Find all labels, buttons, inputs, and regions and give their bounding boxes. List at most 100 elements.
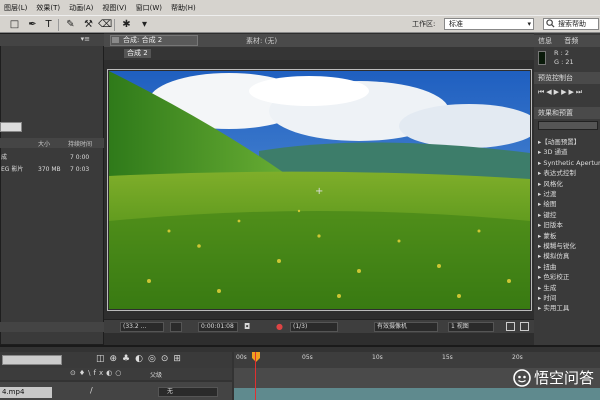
effect-category[interactable]: ▸ 色彩校正 <box>538 272 600 282</box>
brush-tool-icon[interactable]: ✎ <box>64 18 77 31</box>
tab-effects-presets[interactable]: 效果和预置 <box>534 107 600 119</box>
views-select[interactable]: 1 视图 <box>448 322 494 332</box>
ruler-tick: 10s <box>372 354 383 361</box>
effect-category[interactable]: ▸ 3D 通道 <box>538 147 600 157</box>
effect-category[interactable]: ▸ Synthetic Aperture <box>538 158 600 168</box>
chevron-down-icon: ▾ <box>527 20 531 28</box>
timeline-switch-icons[interactable]: ◫⊕♣◐◎⊙⊞ <box>96 354 186 364</box>
eraser-tool-icon[interactable]: ⌫ <box>98 18 112 31</box>
watermark: 悟空问答 <box>513 367 594 388</box>
ruler-tick: 20s <box>512 354 523 361</box>
effect-category[interactable]: ▸ 旧版本 <box>538 220 600 230</box>
effect-category[interactable]: ▸ 绘图 <box>538 199 600 209</box>
effect-category[interactable]: ▸ 过渡 <box>538 189 600 199</box>
project-footer <box>0 322 104 332</box>
menu-layer[interactable]: 图层(L) <box>4 3 27 13</box>
layer-duration-bar[interactable] <box>234 388 600 400</box>
menu-animation[interactable]: 动画(A) <box>69 3 93 13</box>
project-panel <box>0 33 104 345</box>
ruler-tick: 00s <box>236 354 247 361</box>
composition-breadcrumb-bar: 合成 2 <box>104 47 534 60</box>
channel-icon[interactable]: ● <box>276 322 283 331</box>
zoom-select[interactable]: (33.2 ... <box>120 322 164 332</box>
effect-category[interactable]: ▸【动画预置】 <box>538 137 600 147</box>
layer-header-row: ⊙♦\fx◐○ 父级 <box>0 368 232 380</box>
tab-footage[interactable]: 素材: (无) <box>246 36 277 46</box>
effect-category[interactable]: ▸ 蒙板 <box>538 231 600 241</box>
project-row[interactable]: EG 影片 370 MB 7 0:03 <box>0 164 104 175</box>
info-g-value: G : 21 <box>554 58 574 66</box>
project-panel-header: ▾≡ <box>0 34 104 46</box>
effects-search-input[interactable] <box>538 121 598 130</box>
workspace-select[interactable]: 标准 ▾ <box>444 18 534 30</box>
snapshot-icon[interactable]: ◘ <box>244 322 250 331</box>
effect-category[interactable]: ▸ 模糊与锐化 <box>538 241 600 251</box>
color-swatch <box>538 51 546 65</box>
search-icon <box>546 19 555 28</box>
ruler-tick: 05s <box>302 354 313 361</box>
project-search-input[interactable] <box>0 122 22 132</box>
effect-category[interactable]: ▸ 生成 <box>538 283 600 293</box>
workspace-value: 标准 <box>449 20 463 28</box>
resolution-select[interactable]: (1/3) <box>290 322 338 332</box>
preview-controls[interactable]: ⏮◀▶▶▶⏭ <box>538 88 584 97</box>
camera-select[interactable]: 有效摄像机 <box>374 322 438 332</box>
menu-window[interactable]: 窗口(W) <box>136 3 162 13</box>
clone-stamp-tool-icon[interactable]: ⚒ <box>82 18 95 31</box>
layer-switch-icon[interactable]: / <box>90 386 93 395</box>
panel-menu-icon[interactable]: ▾≡ <box>81 35 90 43</box>
anchor-crosshair-icon: + <box>315 186 324 197</box>
item-name: EG 影片 <box>1 166 24 173</box>
item-duration: 7 0:00 <box>70 154 90 161</box>
watermark-text: 悟空问答 <box>533 369 594 387</box>
item-size: 370 MB <box>38 166 61 173</box>
timecode-field[interactable]: 0:00:01:08 <box>198 322 238 332</box>
item-name: 成 <box>1 154 8 161</box>
pen-tool-icon[interactable]: ✒ <box>26 18 39 31</box>
item-duration: 7 0:03 <box>70 166 90 173</box>
watermark-logo-icon <box>513 368 531 387</box>
effect-category[interactable]: ▸ 表达式控制 <box>538 168 600 178</box>
time-ruler[interactable]: 00s 05s 10s 15s 20s <box>234 352 600 368</box>
effect-category[interactable]: ▸ 键控 <box>538 210 600 220</box>
effect-category[interactable]: ▸ 扭曲 <box>538 262 600 272</box>
fast-preview-icon[interactable] <box>520 322 529 331</box>
tab-composition[interactable]: 合成: 合成 2 <box>110 35 198 46</box>
switches-icons[interactable]: ⊙♦\fx◐○ <box>70 369 124 377</box>
workspace-label: 工作区: <box>412 20 436 28</box>
tab-audio[interactable]: 音频 <box>564 37 578 45</box>
grid-toggle-icon[interactable] <box>170 322 182 332</box>
effect-category[interactable]: ▸ 风格化 <box>538 179 600 189</box>
tools-toolbar: □ ✒ T ✎ ⚒ ⌫ ✱ ▾ 工作区: 标准 ▾ 搜索帮助 <box>0 15 600 33</box>
effect-category[interactable]: ▸ 模拟仿真 <box>538 251 600 261</box>
column-duration[interactable]: 持续时间 <box>68 139 92 148</box>
composition-icon <box>112 37 119 43</box>
menu-help[interactable]: 帮助(H) <box>171 3 196 13</box>
rectangle-mask-tool-icon[interactable]: □ <box>8 18 21 31</box>
breadcrumb[interactable]: 合成 2 <box>124 49 151 58</box>
composition-bottom-controls: (33.2 ... 0:00:01:08 ◘ ● (1/3) 有效摄像机 1 视… <box>104 319 534 333</box>
text-tool-icon[interactable]: T <box>42 18 55 31</box>
info-panel-tabs: 信息 音频 <box>534 35 600 47</box>
tab-info[interactable]: 信息 <box>538 37 552 45</box>
puppet-pin-tool-icon[interactable]: ✱ <box>120 18 133 31</box>
tab-preview[interactable]: 预览控制台 <box>534 72 600 84</box>
timeline-search-input[interactable] <box>2 355 62 365</box>
timeline-toolbar: ◫⊕♣◐◎⊙⊞ <box>0 352 232 368</box>
toolbar-dropdown-icon[interactable]: ▾ <box>138 18 151 31</box>
project-row[interactable]: 成 7 0:00 <box>0 152 104 163</box>
effect-category[interactable]: ▸ 实用工具 <box>538 303 600 313</box>
layer-row[interactable]: 4.mp4 / 无 <box>0 382 232 400</box>
project-column-header: 大小 持续时间 <box>0 138 104 148</box>
parent-column-label: 父级 <box>150 372 163 379</box>
composition-tabbar: 合成: 合成 2 素材: (无) <box>104 34 534 47</box>
menu-effect[interactable]: 效果(T) <box>36 3 60 13</box>
toggle-pixel-icon[interactable] <box>506 322 515 331</box>
column-size[interactable]: 大小 <box>38 139 50 148</box>
parent-select[interactable]: 无 <box>158 387 218 397</box>
menu-view[interactable]: 视图(V) <box>102 3 126 13</box>
info-r-value: R : 2 <box>554 49 569 57</box>
ruler-tick: 15s <box>442 354 453 361</box>
effect-category[interactable]: ▸ 时间 <box>538 293 600 303</box>
layer-name[interactable]: 4.mp4 <box>0 387 52 398</box>
